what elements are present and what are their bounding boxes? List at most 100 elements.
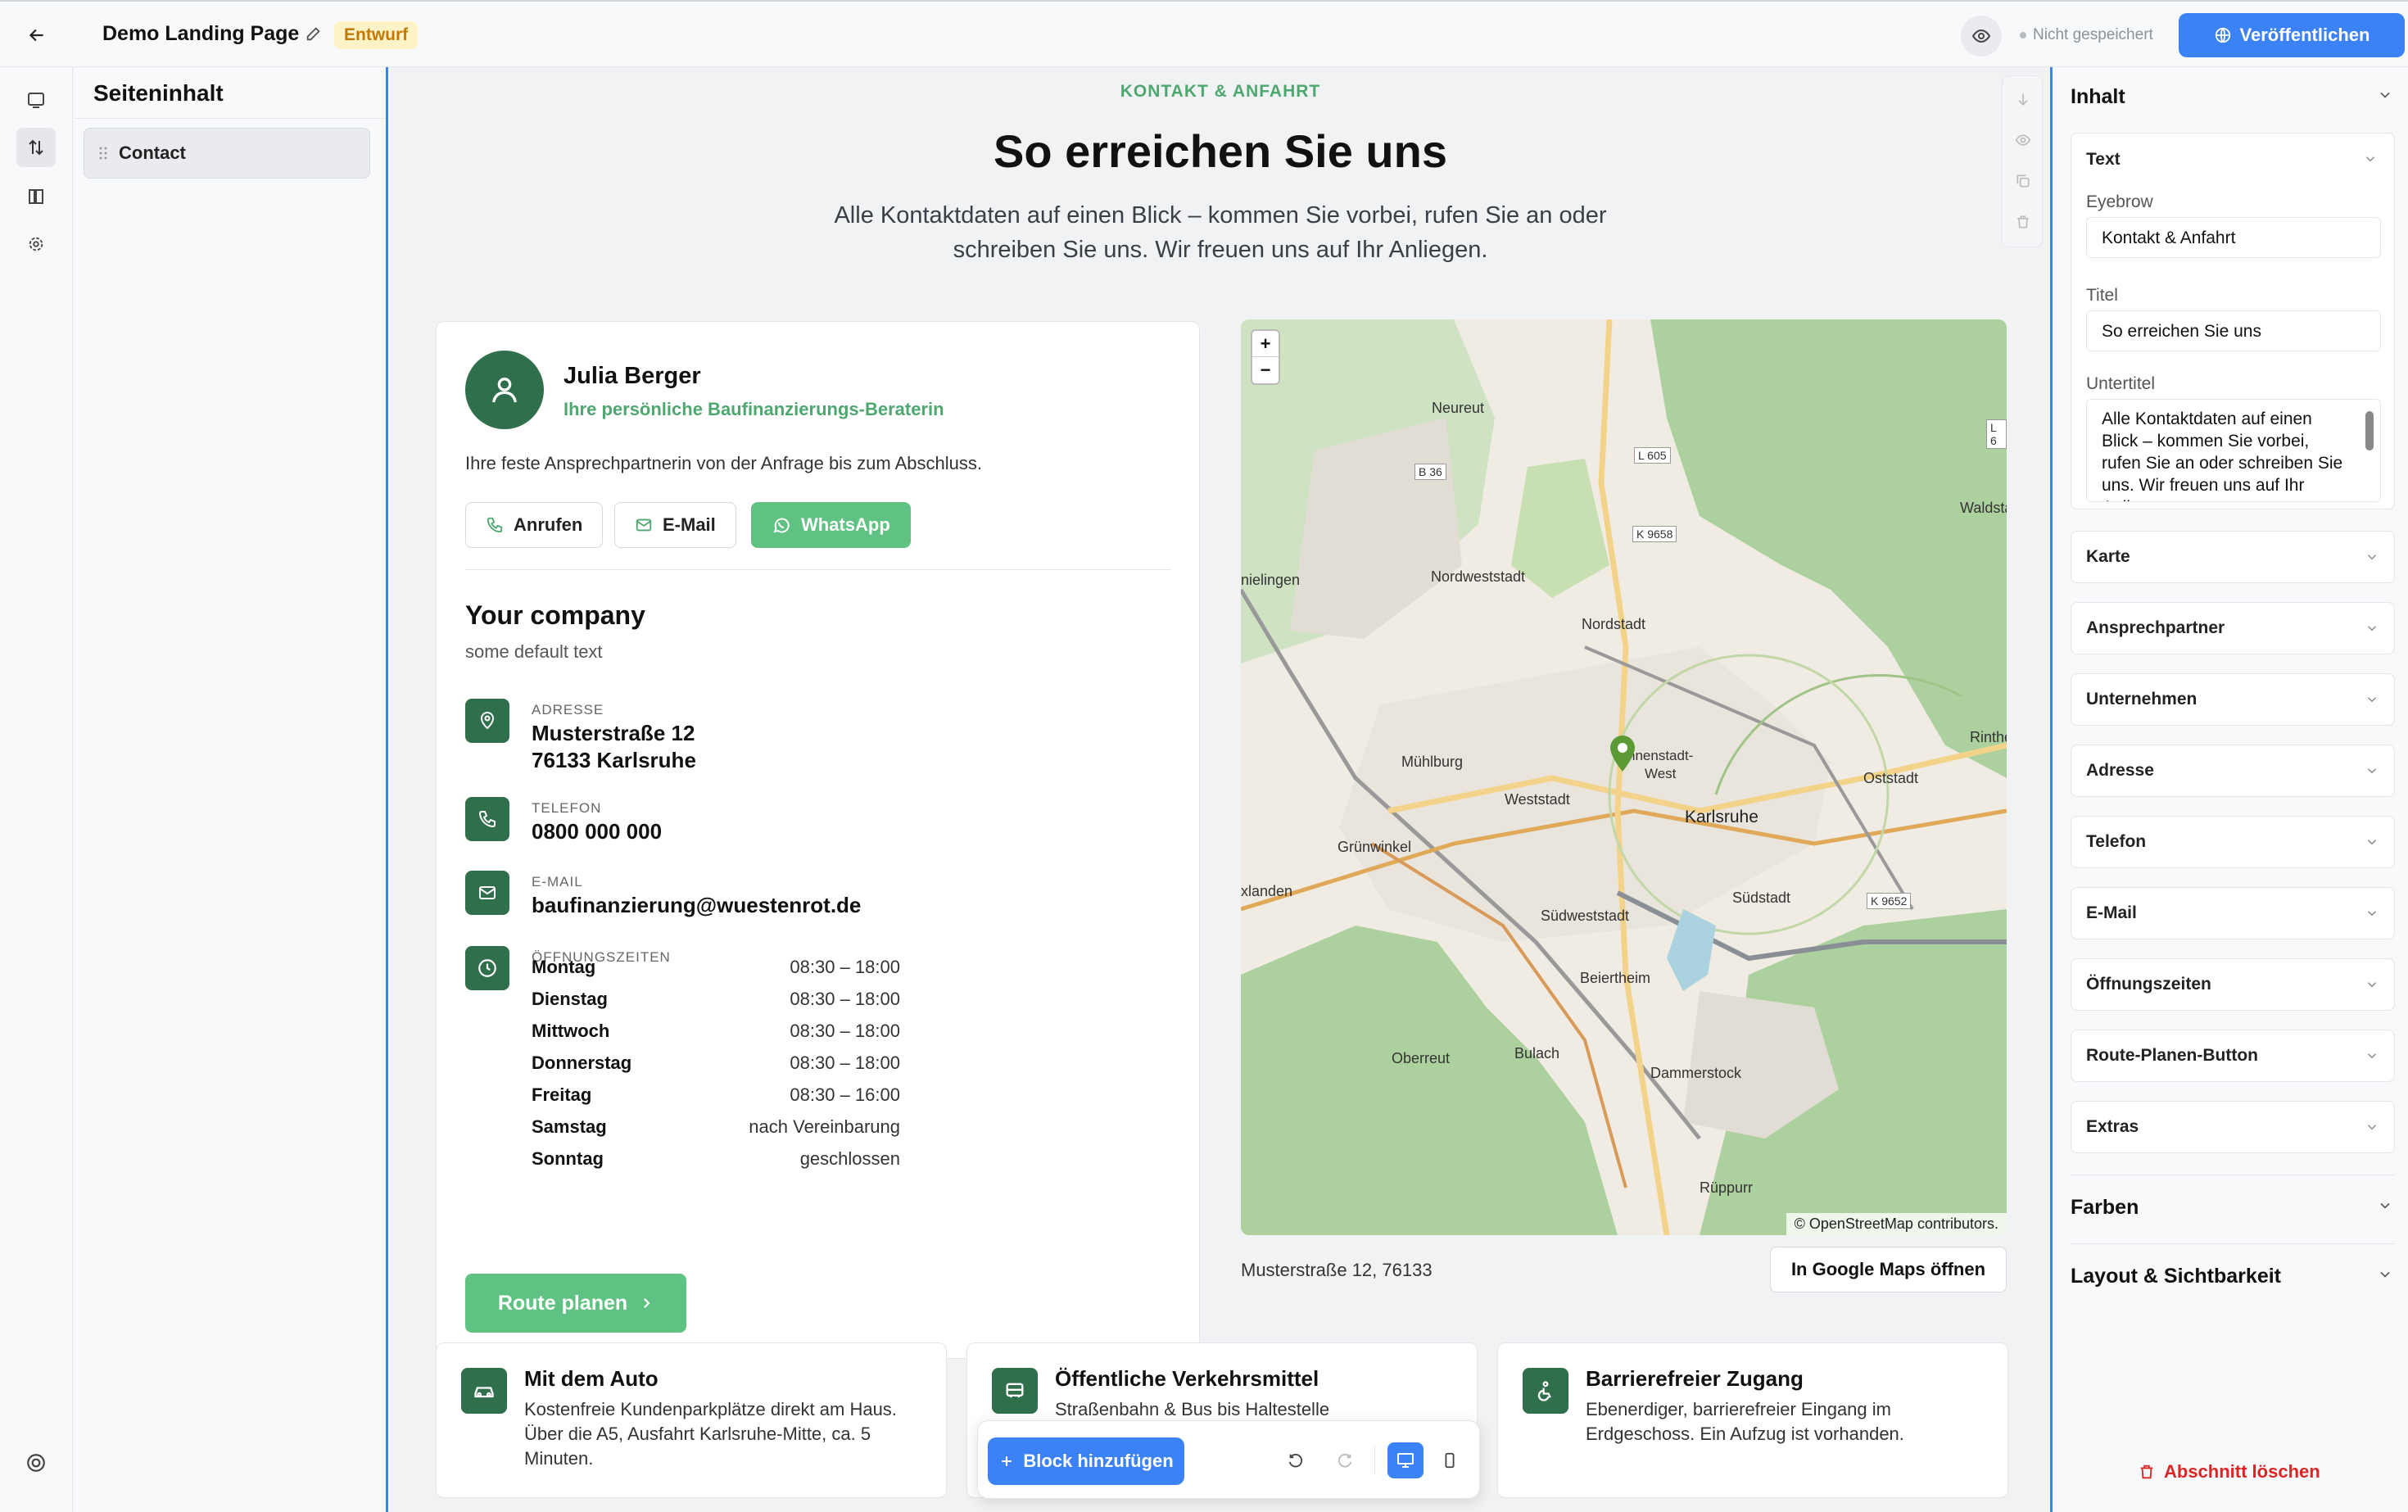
status-badge: Entwurf <box>334 21 419 49</box>
chevron-down-icon[interactable] <box>2363 152 2378 166</box>
map-label: nielingen <box>1241 572 1301 588</box>
delete-section-button[interactable]: Abschnitt löschen <box>2138 1461 2320 1483</box>
map-pin-icon[interactable] <box>1608 734 1637 773</box>
back-button[interactable] <box>23 21 51 49</box>
divider <box>2071 1243 2395 1244</box>
hours-day: Samstag <box>532 1116 607 1137</box>
hours-day: Mittwoch <box>532 1021 610 1041</box>
location-icon <box>465 699 509 743</box>
person-name: Julia Berger <box>564 363 701 389</box>
map-label: Oststadt <box>1863 770 1919 786</box>
map-label: Grünwinkel <box>1338 839 1412 855</box>
phone-label: TELEFON <box>532 800 602 816</box>
subtitle-field[interactable]: Alle Kontaktdaten auf einen Blick – komm… <box>2086 399 2381 502</box>
section-email[interactable]: E-Mail <box>2071 887 2395 939</box>
rail-pages-button[interactable] <box>16 80 56 120</box>
redo-button[interactable] <box>1327 1442 1363 1478</box>
rail-help-button[interactable] <box>16 1443 56 1483</box>
contact-card: Julia Berger Ihre persönliche Baufinanzi… <box>436 321 1200 1359</box>
properties-panel: Inhalt Text Eyebrow Kontakt & Anfahrt Ti… <box>2050 67 2408 1512</box>
pencil-icon[interactable] <box>305 25 323 43</box>
email-value[interactable]: baufinanzierung@wuestenrot.de <box>532 892 861 919</box>
zoom-in-button[interactable]: + <box>1252 331 1279 357</box>
chevron-down-icon[interactable] <box>2377 1197 2393 1214</box>
trash-icon[interactable] <box>2015 214 2031 230</box>
chevron-down-icon[interactable] <box>2377 1266 2393 1283</box>
section-unternehmen[interactable]: Unternehmen <box>2071 673 2395 726</box>
scrollbar[interactable] <box>2365 411 2374 450</box>
section-label: Unternehmen <box>2086 690 2198 708</box>
hours-row: Mittwoch 08:30 – 18:00 <box>532 1021 900 1053</box>
map-attribution: © OpenStreetMap contributors. <box>1786 1213 2007 1235</box>
phone-value[interactable]: 0800 000 000 <box>532 818 662 845</box>
whatsapp-label: WhatsApp <box>801 514 890 535</box>
add-block-label: Block hinzufügen <box>1023 1451 1174 1471</box>
section-adresse[interactable]: Adresse <box>2071 745 2395 797</box>
mobile-view-button[interactable] <box>1432 1442 1468 1478</box>
address-line-2: 76133 Karlsruhe <box>532 748 696 772</box>
chevron-down-icon[interactable] <box>2377 87 2393 103</box>
map-view[interactable]: Neureut Nordweststadt Nordstadt Mühlburg… <box>1241 319 2007 1235</box>
top-bar: Demo Landing Page Entwurf Nicht gespeich… <box>0 0 2408 67</box>
page-title[interactable]: Demo Landing Page <box>102 22 299 46</box>
section-telefon[interactable]: Telefon <box>2071 816 2395 868</box>
google-maps-button[interactable]: In Google Maps öffnen <box>1770 1247 2007 1292</box>
rail-library-button[interactable] <box>16 177 56 216</box>
route-button[interactable]: Route planen <box>465 1274 686 1333</box>
section-item-label: Contact <box>119 143 186 163</box>
section-karte[interactable]: Karte <box>2071 531 2395 583</box>
rail-sections-button[interactable] <box>16 128 56 167</box>
section-label: E-Mail <box>2086 903 2137 922</box>
eye-icon[interactable] <box>2015 132 2031 148</box>
zoom-out-button[interactable]: − <box>1252 357 1279 383</box>
hours-time: 08:30 – 16:00 <box>790 1084 900 1105</box>
section-label: Extras <box>2086 1117 2139 1136</box>
eye-icon <box>1971 29 1991 43</box>
move-down-icon[interactable] <box>2015 91 2031 107</box>
monitor-icon <box>1397 1453 1414 1468</box>
hours-row: Freitag 08:30 – 16:00 <box>532 1084 900 1116</box>
text-section-title[interactable]: Text <box>2086 150 2121 170</box>
add-block-button[interactable]: Block hinzufügen <box>988 1437 1184 1485</box>
address-label: ADRESSE <box>532 702 604 718</box>
eyebrow-field[interactable]: Kontakt & Anfahrt <box>2086 217 2381 258</box>
map-label: Rinthe <box>1970 729 2007 745</box>
section-label: Route-Planen-Button <box>2086 1046 2258 1065</box>
publish-button[interactable]: Veröffentlichen <box>2179 13 2405 57</box>
section-ansprechpartner[interactable]: Ansprechpartner <box>2071 602 2395 654</box>
chevron-down-icon <box>2367 1125 2377 1130</box>
duplicate-icon[interactable] <box>2015 173 2031 189</box>
section-extras[interactable]: Extras <box>2071 1101 2395 1153</box>
map-label: Waldsta <box>1960 500 2007 516</box>
accessibility-icon <box>1523 1368 1568 1414</box>
layout-header[interactable]: Layout & Sichtbarkeit <box>2071 1265 2281 1288</box>
map-label: Südweststadt <box>1541 908 1630 924</box>
whatsapp-button[interactable]: WhatsApp <box>751 502 911 548</box>
section-label: Telefon <box>2086 832 2147 851</box>
colors-header[interactable]: Farben <box>2071 1196 2139 1220</box>
call-button[interactable]: Anrufen <box>465 502 604 548</box>
subtitle-text: Alle Kontaktdaten auf einen Blick – komm… <box>2102 410 2343 501</box>
title-field[interactable]: So erreichen Sie uns <box>2086 310 2381 351</box>
map-label: Karlsruhe <box>1685 808 1758 826</box>
road-label: L 605 <box>1634 447 1671 464</box>
mail-icon <box>636 518 652 532</box>
section-route-button[interactable]: Route-Planen-Button <box>2071 1030 2395 1082</box>
floating-toolbar: Block hinzufügen <box>977 1420 1480 1499</box>
section-item-contact[interactable]: Contact <box>84 128 370 179</box>
rail-settings-button[interactable] <box>16 224 56 264</box>
divider <box>1374 1446 1375 1475</box>
hours-time: geschlossen <box>799 1148 900 1169</box>
undo-button[interactable] <box>1278 1442 1314 1478</box>
content-header[interactable]: Inhalt <box>2071 85 2125 109</box>
desktop-view-button[interactable] <box>1387 1442 1424 1478</box>
email-button[interactable]: E-Mail <box>614 502 736 548</box>
section-oeffnungszeiten[interactable]: Öffnungszeiten <box>2071 958 2395 1011</box>
map-label: Rüppurr <box>1700 1179 1754 1196</box>
chevron-right-icon <box>644 1297 650 1309</box>
map-label: Südstadt <box>1732 890 1791 906</box>
preview-button[interactable] <box>1961 16 2002 57</box>
hours-day: Freitag <box>532 1084 592 1105</box>
section-label: Ansprechpartner <box>2086 618 2225 637</box>
panel-title: Seiteninhalt <box>93 80 224 106</box>
